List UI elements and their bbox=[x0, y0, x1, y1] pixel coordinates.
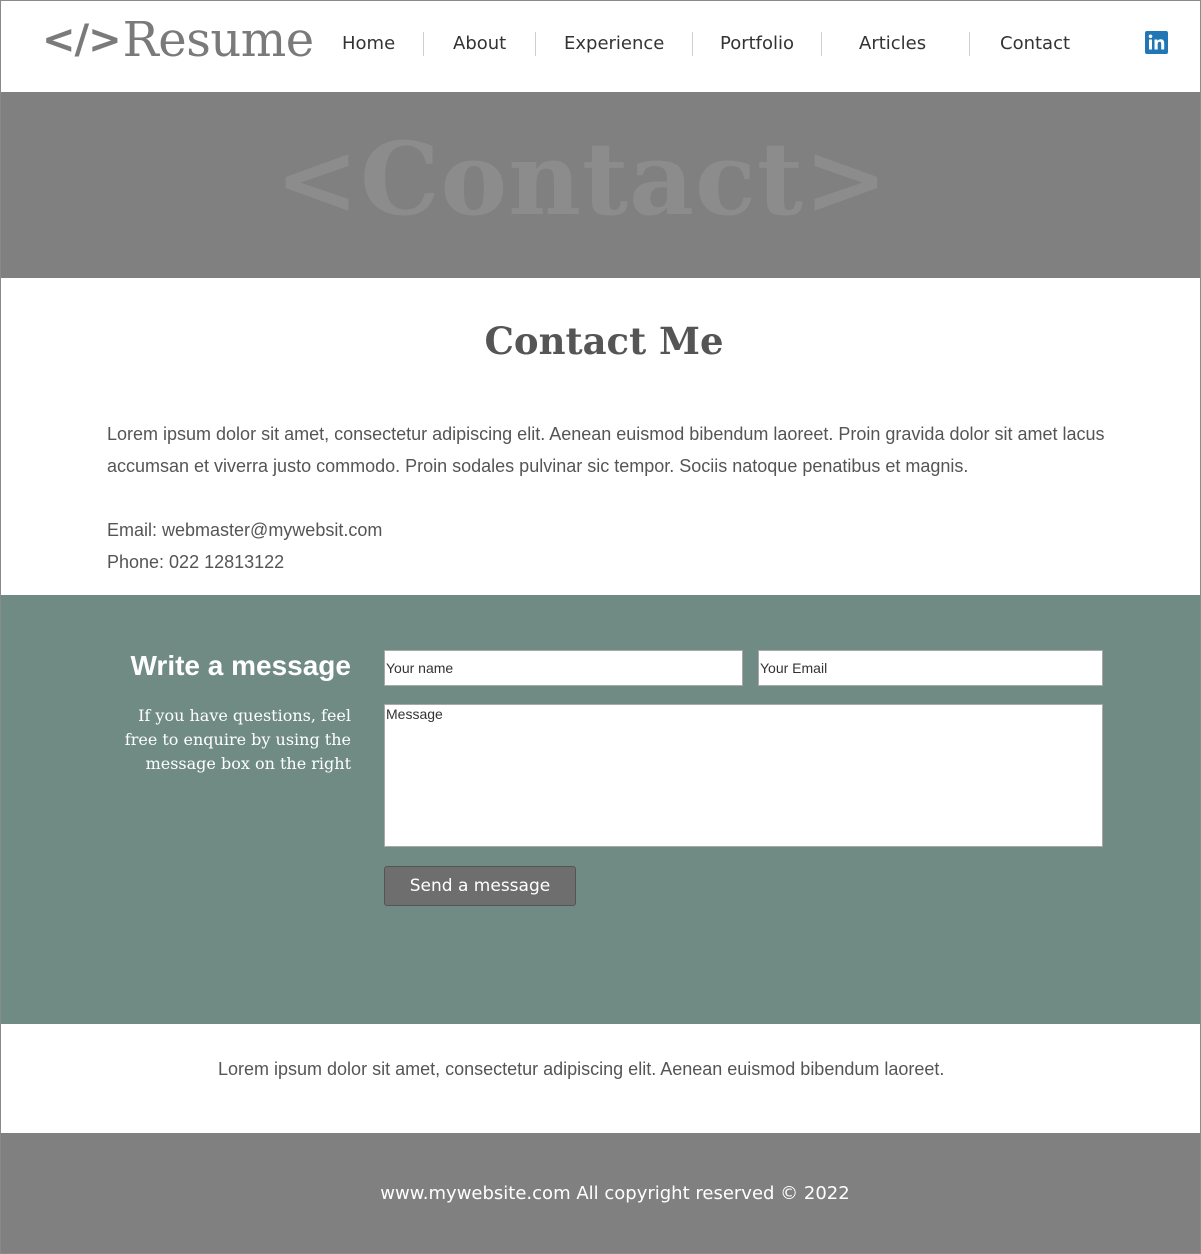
nav-divider bbox=[692, 32, 693, 56]
linkedin-icon[interactable] bbox=[1145, 31, 1168, 54]
page-title: Contact Me bbox=[484, 319, 724, 363]
nav-articles[interactable]: Articles bbox=[859, 30, 926, 58]
banner-title: <Contact> bbox=[275, 120, 889, 238]
send-message-button[interactable]: Send a message bbox=[384, 866, 576, 906]
message-description: If you have questions, feel free to enqu… bbox=[124, 706, 351, 773]
nav-divider bbox=[821, 32, 822, 56]
name-input[interactable] bbox=[384, 650, 743, 686]
nav-portfolio[interactable]: Portfolio bbox=[720, 30, 794, 58]
message-heading: Write a message bbox=[130, 650, 352, 681]
email-info: Email: webmaster@mywebsit.com bbox=[107, 520, 383, 540]
copyright-text: www.mywebsite.com All copyright reserved… bbox=[380, 1183, 850, 1204]
code-brackets-icon: </> bbox=[42, 17, 122, 63]
nav-home[interactable]: Home bbox=[342, 30, 395, 58]
intro-text: Lorem ipsum dolor sit amet, consectetur … bbox=[107, 424, 1105, 476]
logo-text: Resume bbox=[122, 12, 315, 68]
nav-divider bbox=[969, 32, 970, 56]
site-logo[interactable]: </> Resume bbox=[42, 10, 314, 70]
site-footer: www.mywebsite.com All copyright reserved… bbox=[0, 1133, 1201, 1254]
bottom-text: Lorem ipsum dolor sit amet, consectetur … bbox=[218, 1059, 945, 1079]
nav-about[interactable]: About bbox=[453, 30, 506, 58]
nav-divider bbox=[423, 32, 424, 56]
message-section: Write a message If you have questions, f… bbox=[0, 595, 1201, 1024]
page-banner: <Contact> bbox=[0, 92, 1201, 278]
nav-contact[interactable]: Contact bbox=[1000, 30, 1070, 58]
phone-info: Phone: 022 12813122 bbox=[107, 552, 285, 572]
email-input[interactable] bbox=[758, 650, 1103, 686]
nav-divider bbox=[535, 32, 536, 56]
site-header: </> Resume Home About Experience Portfol… bbox=[0, 0, 1201, 92]
nav-experience[interactable]: Experience bbox=[564, 30, 664, 58]
message-textarea[interactable] bbox=[384, 704, 1103, 847]
